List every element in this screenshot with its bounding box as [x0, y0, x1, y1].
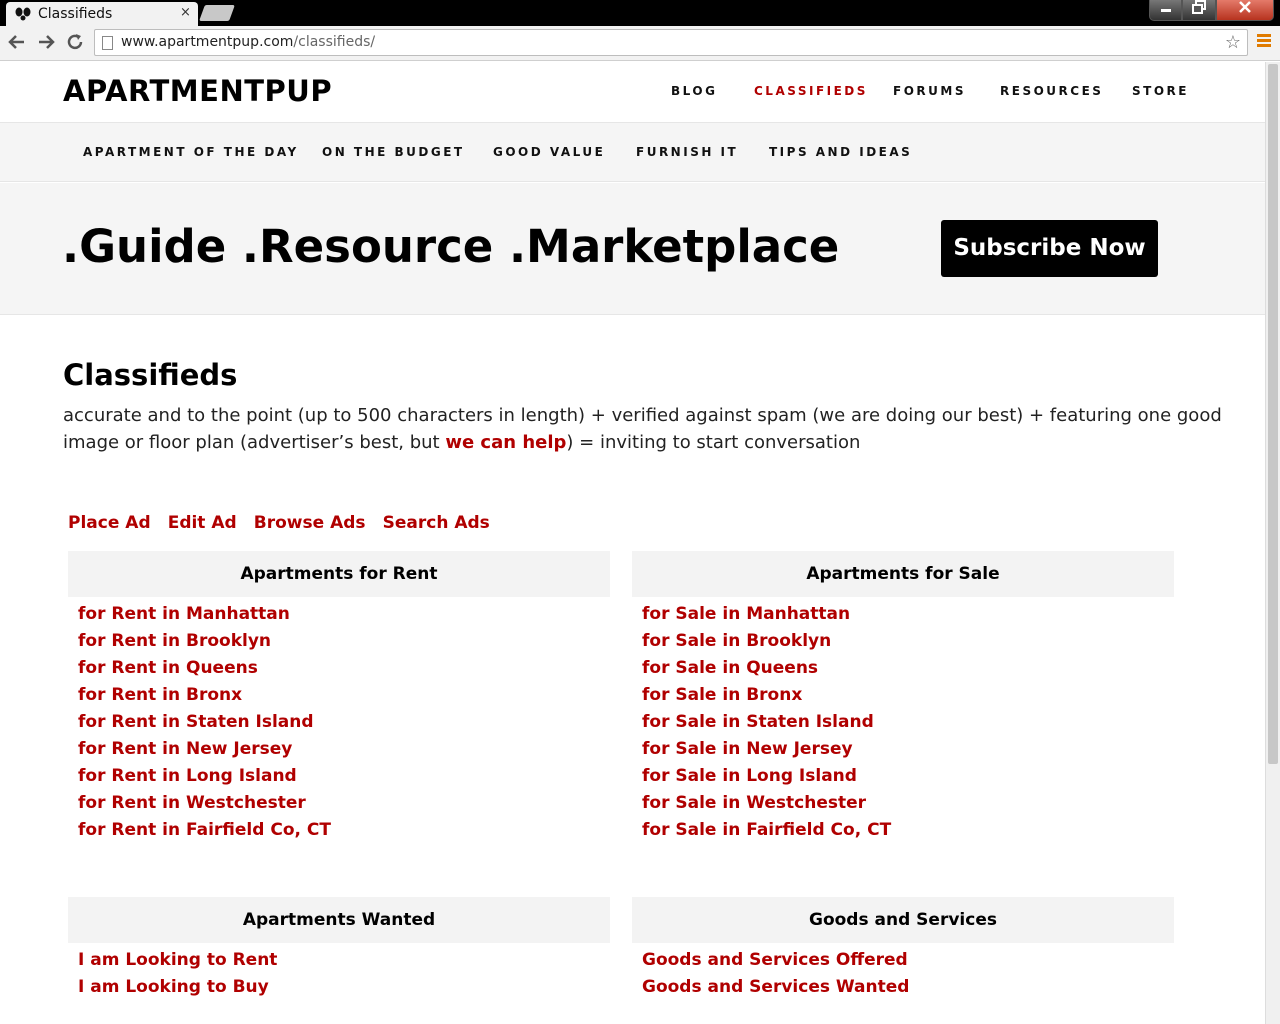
- scrollbar-thumb[interactable]: [1268, 64, 1278, 764]
- section-goods-and-services: Goods and Services Goods and Services Of…: [632, 897, 1174, 1000]
- rent-link-bronx[interactable]: for Rent in Bronx: [78, 685, 242, 705]
- vertical-scrollbar[interactable]: [1265, 62, 1280, 1024]
- subnav-good-value[interactable]: GOOD VALUE: [493, 145, 605, 159]
- link-list: for Sale in Manhattan for Sale in Brookl…: [632, 597, 1174, 843]
- url-domain: www.apartmentpup.com: [121, 34, 294, 50]
- page-viewport: APARTMENTPUP BLOG CLASSIFIEDS FORUMS RES…: [0, 62, 1265, 1024]
- hero-tagline: .Guide .Resource .Marketplace: [62, 220, 840, 273]
- nav-blog[interactable]: BLOG: [671, 84, 717, 98]
- new-tab-button[interactable]: [199, 5, 235, 21]
- nav-store[interactable]: STORE: [1132, 84, 1189, 98]
- minimize-icon: [1160, 9, 1171, 12]
- sale-link-new-jersey[interactable]: for Sale in New Jersey: [642, 739, 853, 759]
- close-window-button[interactable]: [1216, 0, 1274, 21]
- section-heading: Goods and Services: [632, 897, 1174, 943]
- restore-button[interactable]: [1182, 0, 1216, 21]
- rent-link-manhattan[interactable]: for Rent in Manhattan: [78, 604, 290, 624]
- sub-nav: APARTMENT OF THE DAY ON THE BUDGET GOOD …: [0, 122, 1265, 182]
- intro-text: accurate and to the point (up to 500 cha…: [63, 402, 1223, 456]
- url-path: /classifieds/: [293, 34, 376, 50]
- section-heading: Apartments for Rent: [68, 551, 610, 597]
- we-can-help-link[interactable]: we can help: [445, 432, 566, 453]
- minimize-button[interactable]: [1149, 0, 1182, 21]
- section-apartments-for-sale: Apartments for Sale for Sale in Manhatta…: [632, 551, 1174, 843]
- site-logo[interactable]: APARTMENTPUP: [63, 74, 332, 108]
- ad-actions: Place Ad Edit Ad Browse Ads Search Ads: [68, 513, 502, 533]
- sale-link-westchester[interactable]: for Sale in Westchester: [642, 793, 866, 813]
- sale-link-staten-island[interactable]: for Sale in Staten Island: [642, 712, 874, 732]
- link-list: I am Looking to Rent I am Looking to Buy: [68, 943, 610, 1000]
- rent-link-fairfield[interactable]: for Rent in Fairfield Co, CT: [78, 820, 331, 840]
- subnav-apartment-of-the-day[interactable]: APARTMENT OF THE DAY: [83, 145, 299, 159]
- wanted-link-rent[interactable]: I am Looking to Rent: [78, 950, 277, 970]
- bookmark-star-icon[interactable]: ☆: [1225, 32, 1241, 53]
- tab-close-icon[interactable]: ×: [180, 5, 191, 20]
- rent-link-queens[interactable]: for Rent in Queens: [78, 658, 258, 678]
- nav-resources[interactable]: RESOURCES: [1000, 84, 1103, 98]
- sale-link-brooklyn[interactable]: for Sale in Brooklyn: [642, 631, 831, 651]
- site-header: APARTMENTPUP BLOG CLASSIFIEDS FORUMS RES…: [0, 62, 1265, 122]
- section-heading: Apartments Wanted: [68, 897, 610, 943]
- section-apartments-wanted: Apartments Wanted I am Looking to Rent I…: [68, 897, 610, 1000]
- hero-banner: .Guide .Resource .Marketplace Subscribe …: [0, 183, 1265, 315]
- tab-title: Classifieds: [38, 6, 113, 22]
- section-apartments-for-rent: Apartments for Rent for Rent in Manhatta…: [68, 551, 610, 843]
- forward-arrow-icon[interactable]: [35, 31, 57, 53]
- page-title: Classifieds: [63, 358, 238, 392]
- menu-icon[interactable]: [1257, 34, 1271, 50]
- browse-ads-link[interactable]: Browse Ads: [254, 513, 366, 533]
- section-heading: Apartments for Sale: [632, 551, 1174, 597]
- close-icon: [1239, 1, 1251, 13]
- address-bar[interactable]: www.apartmentpup.com/classifieds/ ☆: [94, 29, 1248, 56]
- browser-tab[interactable]: Classifieds ×: [6, 2, 198, 26]
- wanted-link-buy[interactable]: I am Looking to Buy: [78, 977, 269, 997]
- sale-link-fairfield[interactable]: for Sale in Fairfield Co, CT: [642, 820, 891, 840]
- sale-link-long-island[interactable]: for Sale in Long Island: [642, 766, 857, 786]
- link-list: for Rent in Manhattan for Rent in Brookl…: [68, 597, 610, 843]
- place-ad-link[interactable]: Place Ad: [68, 513, 151, 533]
- link-list: Goods and Services Offered Goods and Ser…: [632, 943, 1174, 1000]
- page-icon: [102, 36, 113, 50]
- reload-icon[interactable]: [64, 31, 86, 53]
- goods-link-offered[interactable]: Goods and Services Offered: [642, 950, 908, 970]
- subnav-on-the-budget[interactable]: ON THE BUDGET: [322, 145, 465, 159]
- browser-titlebar: Classifieds ×: [0, 0, 1280, 26]
- browser-toolbar: www.apartmentpup.com/classifieds/ ☆: [0, 26, 1280, 61]
- rent-link-westchester[interactable]: for Rent in Westchester: [78, 793, 306, 813]
- sale-link-manhattan[interactable]: for Sale in Manhattan: [642, 604, 850, 624]
- nav-classifieds[interactable]: CLASSIFIEDS: [754, 84, 868, 98]
- intro-text-end: ) = inviting to start conversation: [566, 432, 861, 453]
- subnav-furnish-it[interactable]: FURNISH IT: [636, 145, 738, 159]
- rent-link-new-jersey[interactable]: for Rent in New Jersey: [78, 739, 292, 759]
- url-text: www.apartmentpup.com/classifieds/: [121, 34, 375, 50]
- rent-link-staten-island[interactable]: for Rent in Staten Island: [78, 712, 314, 732]
- back-arrow-icon[interactable]: [6, 31, 28, 53]
- rent-link-long-island[interactable]: for Rent in Long Island: [78, 766, 297, 786]
- sale-link-bronx[interactable]: for Sale in Bronx: [642, 685, 802, 705]
- subscribe-button[interactable]: Subscribe Now: [941, 220, 1158, 277]
- nav-forums[interactable]: FORUMS: [893, 84, 966, 98]
- rent-link-brooklyn[interactable]: for Rent in Brooklyn: [78, 631, 271, 651]
- paw-icon: [15, 7, 31, 21]
- restore-icon: [1192, 0, 1206, 14]
- goods-link-wanted[interactable]: Goods and Services Wanted: [642, 977, 909, 997]
- search-ads-link[interactable]: Search Ads: [383, 513, 490, 533]
- subnav-tips-and-ideas[interactable]: TIPS AND IDEAS: [769, 145, 912, 159]
- sale-link-queens[interactable]: for Sale in Queens: [642, 658, 818, 678]
- edit-ad-link[interactable]: Edit Ad: [168, 513, 237, 533]
